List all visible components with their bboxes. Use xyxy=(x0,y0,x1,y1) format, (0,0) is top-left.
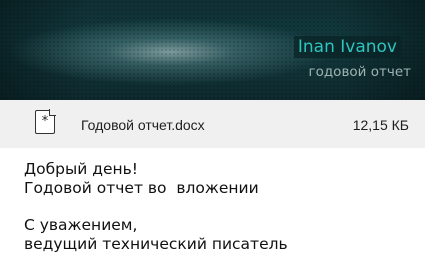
message-greeting: Добрый день! xyxy=(24,160,138,178)
document-icon: * xyxy=(35,109,56,134)
attachment-file-size: 12,15 КБ xyxy=(352,117,409,133)
email-view: Inan Ivanov годовой отчет * Годовой отче… xyxy=(0,0,425,274)
message-closing: С уважением, xyxy=(24,216,138,234)
message-line: Годовой отчет во вложении xyxy=(24,179,259,197)
sender-name[interactable]: Inan Ivanov xyxy=(293,36,401,58)
message-body: Добрый день! Годовой отчет во вложении С… xyxy=(24,160,414,254)
email-subject: годовой отчет xyxy=(308,64,412,80)
message-signature: ведущий технический писатель xyxy=(24,235,288,253)
email-header: Inan Ivanov годовой отчет xyxy=(0,0,425,100)
sender-block: Inan Ivanov годовой отчет xyxy=(293,36,412,82)
attachment-file-name[interactable]: Годовой отчет.docx xyxy=(81,116,205,134)
attachment-row[interactable]: * Годовой отчет.docx 12,15 КБ xyxy=(0,100,425,148)
